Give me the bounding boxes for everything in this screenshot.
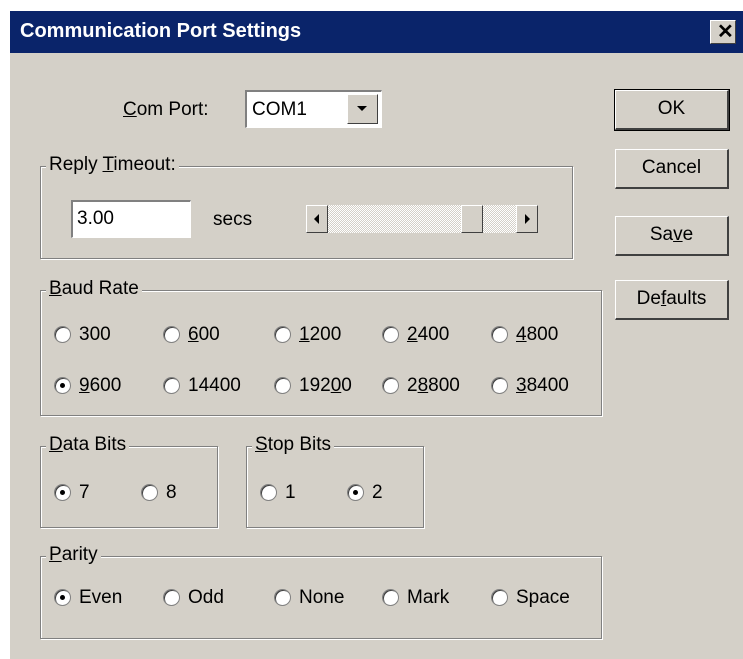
window-title: Communication Port Settings: [20, 20, 302, 42]
arrow-right-icon: [525, 214, 530, 224]
baud-rate-legend: Baud Rate: [46, 278, 142, 300]
defaults-button[interactable]: Defaults: [615, 280, 729, 320]
slider-right-button[interactable]: [516, 205, 538, 233]
radio-checked-icon[interactable]: [347, 484, 364, 501]
radio-unchecked-icon[interactable]: [491, 326, 508, 343]
baud-rate-4800-label: 4800: [516, 324, 559, 345]
com-port-label: Com Port:: [123, 99, 209, 120]
parity-space-label: Space: [516, 587, 570, 608]
baud-rate-14400-label: 14400: [188, 375, 241, 396]
parity-legend: Parity: [46, 544, 101, 566]
stop-bits-group: Stop Bits 1 2: [246, 434, 424, 528]
settings-dialog: Communication Port Settings ✕ Com Port: …: [9, 10, 743, 659]
com-port-select[interactable]: COM1: [245, 90, 382, 128]
data-bits-7-label: 7: [79, 482, 90, 503]
slider-left-button[interactable]: [306, 205, 328, 233]
radio-unchecked-icon[interactable]: [274, 326, 291, 343]
parity-group: Parity Even Odd None Mark Space: [40, 544, 602, 639]
radio-checked-icon[interactable]: [54, 377, 71, 394]
com-port-dropdown-button[interactable]: [347, 94, 378, 124]
baud-rate-300-label: 300: [79, 324, 111, 345]
arrow-left-icon: [314, 214, 319, 224]
baud-rate-1200-label: 1200: [299, 324, 342, 345]
slider-thumb[interactable]: [461, 205, 483, 233]
parity-mark-label: Mark: [407, 587, 450, 608]
reply-timeout-group: Reply Timeout: 3.00 secs: [40, 154, 573, 259]
reply-timeout-unit: secs: [213, 209, 253, 230]
data-bits-group: Data Bits 7 8: [40, 434, 218, 528]
radio-unchecked-icon[interactable]: [163, 589, 180, 606]
radio-checked-icon[interactable]: [54, 589, 71, 606]
radio-unchecked-icon[interactable]: [382, 589, 399, 606]
radio-unchecked-icon[interactable]: [141, 484, 158, 501]
baud-rate-19200-label: 19200: [299, 375, 352, 396]
radio-unchecked-icon[interactable]: [382, 377, 399, 394]
reply-timeout-input[interactable]: 3.00: [71, 200, 191, 238]
radio-unchecked-icon[interactable]: [491, 589, 508, 606]
close-button[interactable]: ✕: [710, 20, 736, 44]
ok-button[interactable]: OK: [614, 89, 730, 131]
radio-unchecked-icon[interactable]: [163, 326, 180, 343]
radio-unchecked-icon[interactable]: [260, 484, 277, 501]
save-button[interactable]: Save: [615, 216, 729, 256]
parity-none-label: None: [299, 587, 345, 608]
parity-odd-label: Odd: [188, 587, 224, 608]
data-bits-8-label: 8: [166, 482, 177, 503]
stop-bits-legend: Stop Bits: [252, 434, 335, 456]
close-icon: ✕: [717, 21, 734, 43]
slider-track[interactable]: [328, 205, 516, 233]
radio-unchecked-icon[interactable]: [274, 589, 291, 606]
title-bar[interactable]: Communication Port Settings ✕: [10, 11, 743, 53]
reply-timeout-legend: Reply Timeout:: [46, 154, 179, 176]
baud-rate-group: Baud Rate 300 600 1200 2400 4800 9600 14400 192…: [40, 278, 602, 416]
cancel-button[interactable]: Cancel: [615, 149, 729, 189]
baud-rate-28800-label: 28800: [407, 375, 460, 396]
radio-unchecked-icon[interactable]: [382, 326, 399, 343]
radio-unchecked-icon[interactable]: [163, 377, 180, 394]
radio-checked-icon[interactable]: [54, 484, 71, 501]
com-port-value: COM1: [252, 99, 307, 120]
baud-rate-38400-label: 38400: [516, 375, 569, 396]
parity-even-label: Even: [79, 587, 123, 608]
baud-rate-2400-label: 2400: [407, 324, 450, 345]
reply-timeout-value: 3.00: [77, 208, 114, 229]
baud-rate-9600-label: 9600: [79, 375, 122, 396]
stop-bits-1-label: 1: [285, 482, 296, 503]
data-bits-legend: Data Bits: [46, 434, 130, 456]
radio-unchecked-icon[interactable]: [491, 377, 508, 394]
radio-unchecked-icon[interactable]: [274, 377, 291, 394]
radio-unchecked-icon[interactable]: [54, 326, 71, 343]
reply-timeout-slider[interactable]: [306, 205, 538, 233]
baud-rate-600-label: 600: [188, 324, 220, 345]
chevron-down-icon: [357, 106, 367, 111]
stop-bits-2-label: 2: [372, 482, 383, 503]
